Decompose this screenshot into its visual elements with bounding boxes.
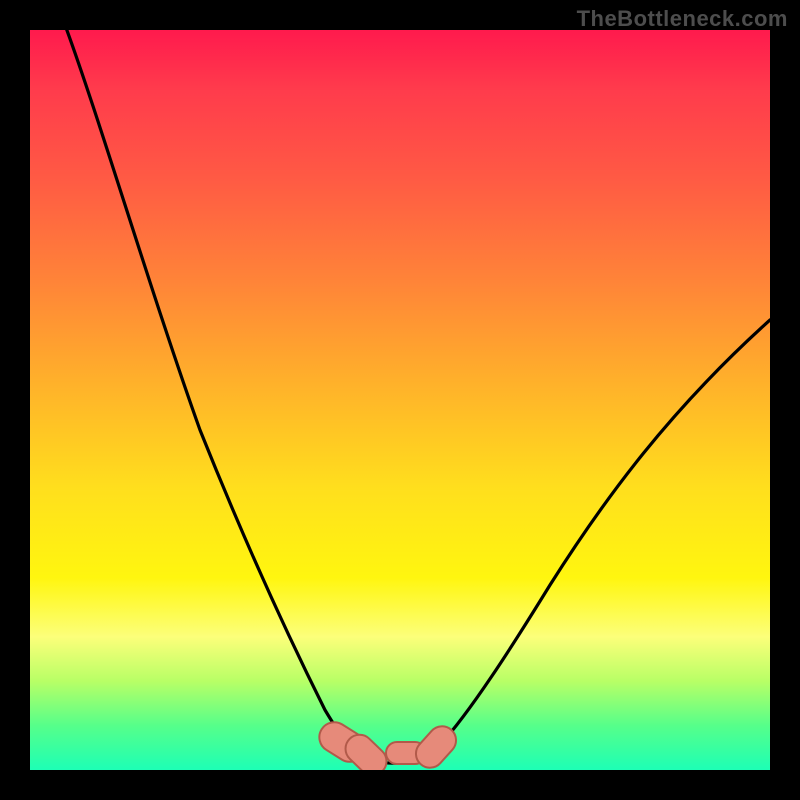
watermark-text: TheBottleneck.com [577, 6, 788, 32]
chart-canvas: TheBottleneck.com [0, 0, 800, 800]
plot-area [30, 30, 770, 770]
curve-layer [30, 30, 770, 770]
bottleneck-curve [65, 30, 770, 763]
